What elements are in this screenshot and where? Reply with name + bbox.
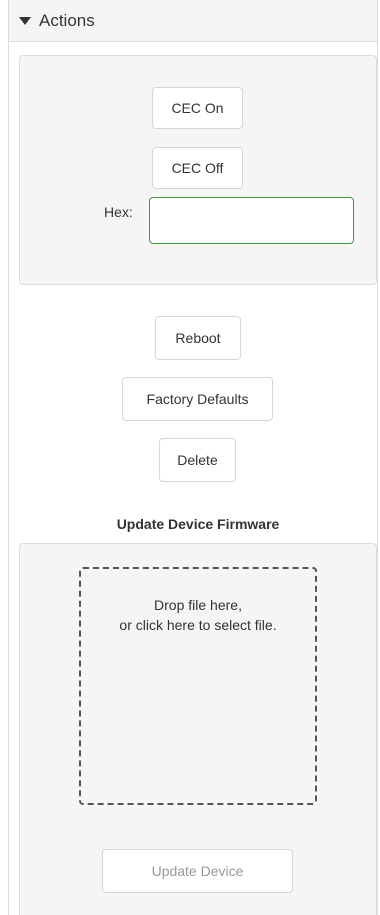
section-title: Actions	[39, 10, 95, 30]
hex-input[interactable]	[149, 197, 354, 244]
firmware-section-title: Update Device Firmware	[116, 516, 280, 532]
reboot-button[interactable]: Reboot	[155, 316, 241, 360]
update-device-button[interactable]: Update Device	[102, 849, 293, 893]
dropzone-line-1: Drop file here,	[154, 597, 242, 613]
factory-defaults-button[interactable]: Factory Defaults	[122, 377, 273, 421]
actions-section-header[interactable]: Actions	[8, 0, 378, 42]
delete-button[interactable]: Delete	[159, 438, 236, 482]
firmware-dropzone[interactable]: Drop file here, or click here to select …	[79, 567, 317, 805]
hex-label: Hex:	[104, 204, 133, 220]
dropzone-line-2: or click here to select file.	[119, 617, 277, 633]
caret-down-icon[interactable]	[19, 16, 31, 25]
cec-on-button[interactable]: CEC On	[152, 87, 243, 129]
cec-off-button[interactable]: CEC Off	[152, 147, 243, 189]
